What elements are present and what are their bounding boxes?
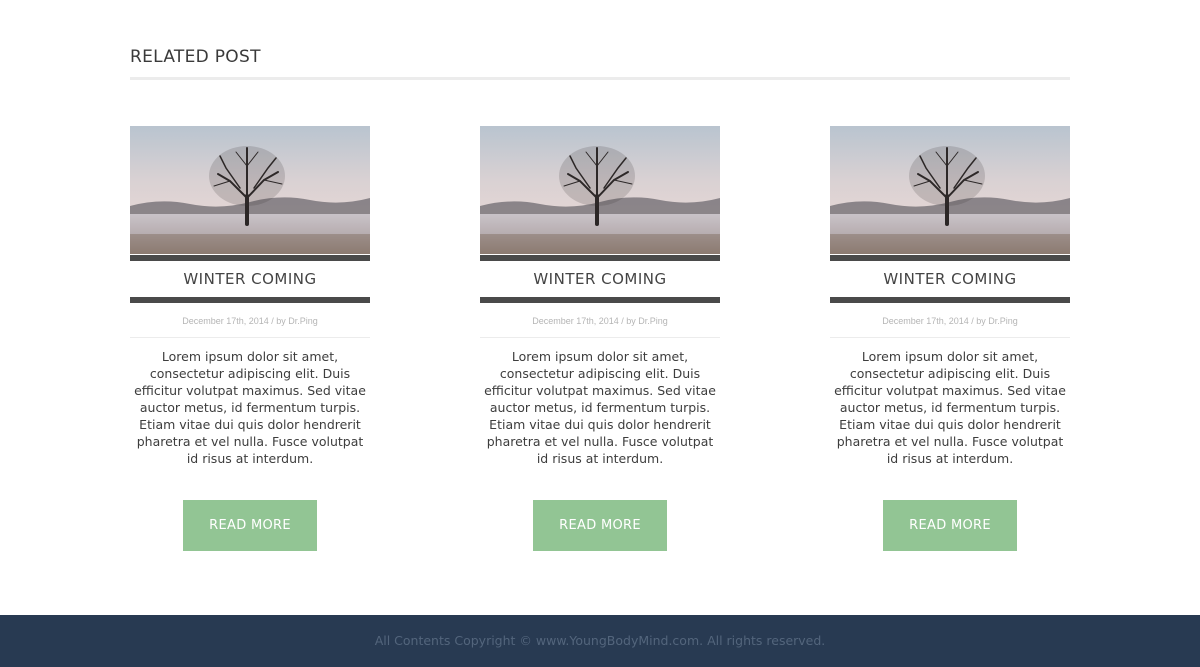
post-meta: December 17th, 2014 / by Dr.Ping: [182, 316, 318, 326]
post-meta: December 17th, 2014 / by Dr.Ping: [882, 316, 1018, 326]
post-thumbnail[interactable]: [830, 126, 1070, 254]
post-meta: December 17th, 2014 / by Dr.Ping: [532, 316, 668, 326]
site-footer: All Contents Copyright © www.YoungBodyMi…: [0, 615, 1200, 667]
post-card: WINTER COMING December 17th, 2014 / by D…: [130, 126, 370, 551]
post-title[interactable]: WINTER COMING: [480, 261, 720, 297]
title-bar-bottom: [480, 297, 720, 303]
read-more-button[interactable]: READ MORE: [883, 500, 1017, 551]
meta-divider: [480, 337, 720, 338]
title-bar-bottom: [830, 297, 1070, 303]
read-more-button[interactable]: READ MORE: [533, 500, 667, 551]
related-posts-list: WINTER COMING December 17th, 2014 / by D…: [130, 126, 1070, 551]
section-divider: [130, 77, 1070, 80]
post-excerpt: Lorem ipsum dolor sit amet, consectetur …: [834, 349, 1066, 466]
post-card: WINTER COMING December 17th, 2014 / by D…: [480, 126, 720, 551]
post-thumbnail[interactable]: [130, 126, 370, 254]
section-title: RELATED POST: [130, 47, 261, 67]
post-thumbnail[interactable]: [480, 126, 720, 254]
post-card: WINTER COMING December 17th, 2014 / by D…: [830, 126, 1070, 551]
read-more-button[interactable]: READ MORE: [183, 500, 317, 551]
footer-copyright: All Contents Copyright © www.YoungBodyMi…: [374, 633, 826, 648]
meta-divider: [130, 337, 370, 338]
post-excerpt: Lorem ipsum dolor sit amet, consectetur …: [484, 349, 716, 466]
post-title[interactable]: WINTER COMING: [830, 261, 1070, 297]
meta-divider: [830, 337, 1070, 338]
post-excerpt: Lorem ipsum dolor sit amet, consectetur …: [134, 349, 366, 466]
post-title[interactable]: WINTER COMING: [130, 261, 370, 297]
title-bar-bottom: [130, 297, 370, 303]
